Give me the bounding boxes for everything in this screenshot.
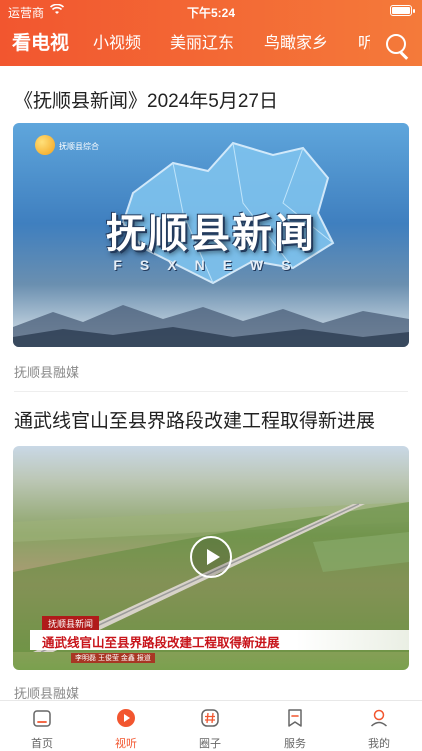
show-subtitle: FSXNEWS: [113, 257, 309, 273]
search-icon-handle: [400, 51, 409, 60]
tab-audio-video[interactable]: 视听: [84, 701, 168, 751]
tab-audio-video-label: 视听: [115, 738, 137, 750]
status-bar: 运营商 下午5:24: [0, 0, 422, 22]
news-caption: 通武线官山至县界路段改建工程取得新进展: [42, 636, 280, 650]
tab-circle-label: 圈子: [199, 738, 221, 750]
news-caption-bar: 通武线官山至县界路段改建工程取得新进展: [30, 630, 409, 650]
hashtag-icon: [201, 709, 219, 727]
tab-home[interactable]: 首页: [0, 701, 84, 751]
play-circle-icon: [117, 709, 135, 727]
video-feed[interactable]: 《抚顺县新闻》2024年5月27日 抚顺县综合 抚顺县新闻 FSXNEWS 抚顺…: [0, 66, 422, 702]
tab-aerial-hometown[interactable]: 鸟瞰家乡: [264, 30, 328, 58]
tab-mine-label: 我的: [368, 738, 390, 750]
bottom-tab-bar: 首页 视听 圈子 服务 我的: [0, 700, 422, 750]
tab-service-label: 服务: [284, 738, 306, 750]
feed-item-title[interactable]: 通武线官山至县界路段改建工程取得新进展: [14, 406, 375, 433]
video-thumbnail[interactable]: 抚顺县新闻 通武线官山至县界路段改建工程取得新进展 李明磊 王俊莹 金鑫 报道: [13, 446, 409, 670]
mountain-silhouette: [13, 305, 409, 347]
tab-listen[interactable]: 听: [358, 30, 370, 58]
show-title: 抚顺县新闻: [106, 210, 316, 257]
tab-home-label: 首页: [31, 738, 53, 750]
search-icon-ring: [386, 34, 406, 54]
battery-icon: [390, 5, 415, 16]
feed-divider: [14, 391, 408, 392]
feed-item-source: 抚顺县融媒: [14, 365, 80, 380]
channel-tabs: 看电视 小视频 美丽辽东 鸟瞰家乡 听: [0, 30, 370, 60]
channel-logo-icon: [35, 135, 55, 155]
video-thumbnail[interactable]: 抚顺县综合 抚顺县新闻 FSXNEWS: [13, 123, 409, 347]
search-icon[interactable]: [384, 32, 410, 60]
app-header: 运营商 下午5:24 看电视 小视频 美丽辽东 鸟瞰家乡 听: [0, 0, 422, 66]
tab-mine[interactable]: 我的: [337, 701, 421, 751]
status-time: 下午5:24: [186, 6, 236, 20]
play-icon-triangle: [207, 549, 220, 565]
user-icon: [370, 709, 388, 727]
tab-watch-tv[interactable]: 看电视: [12, 30, 69, 58]
play-icon[interactable]: [190, 536, 232, 578]
news-tag: 抚顺县新闻: [42, 616, 100, 631]
bookmark-icon: [288, 709, 302, 727]
reporter-credit: 李明磊 王俊莹 金鑫 报道: [71, 653, 155, 663]
tab-short-video[interactable]: 小视频: [93, 30, 141, 58]
tab-beautiful-liaodong[interactable]: 美丽辽东: [170, 30, 234, 58]
home-icon: [33, 710, 51, 727]
tab-service[interactable]: 服务: [253, 701, 337, 751]
channel-logo-text: 抚顺县综合: [59, 142, 99, 151]
tab-circle[interactable]: 圈子: [168, 701, 252, 751]
feed-item-title[interactable]: 《抚顺县新闻》2024年5月27日: [14, 86, 278, 113]
